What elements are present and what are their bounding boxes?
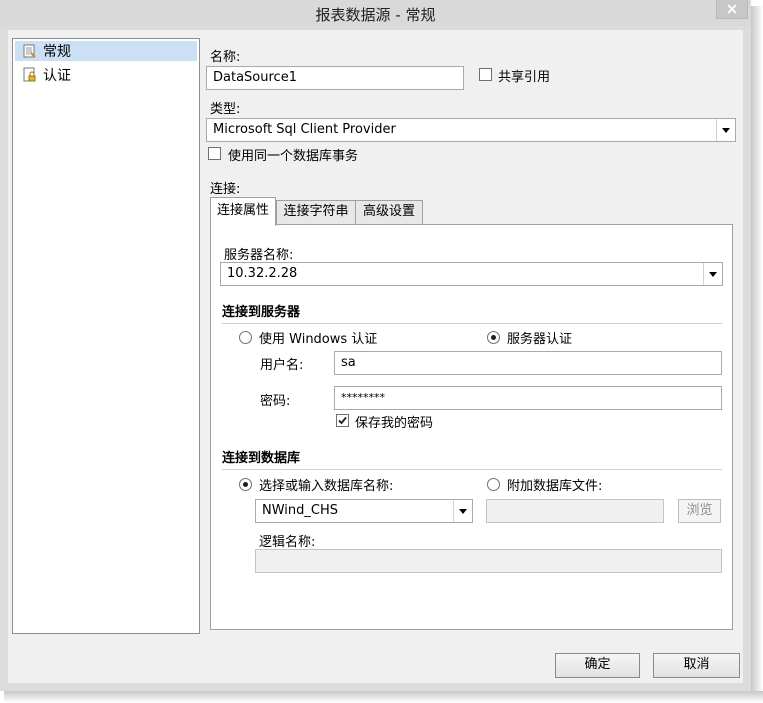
divider xyxy=(222,323,722,324)
database-select[interactable]: NWind_CHS xyxy=(255,499,473,523)
same-transaction-label: 使用同一个数据库事务 xyxy=(228,149,359,164)
name-input[interactable]: DataSource1 xyxy=(206,66,464,90)
sidebar-item-general[interactable]: 常规 xyxy=(15,41,197,61)
connection-label: 连接: xyxy=(210,182,241,197)
tab-connection-string[interactable]: 连接字符串 xyxy=(276,200,356,224)
windows-auth-radio[interactable] xyxy=(239,331,252,344)
password-label: 密码: xyxy=(260,394,291,409)
type-dropdown-button[interactable] xyxy=(716,119,735,141)
username-input[interactable]: sa xyxy=(334,351,722,375)
type-select[interactable]: Microsoft Sql Client Provider xyxy=(206,118,736,142)
shared-reference-checkbox[interactable] xyxy=(479,68,492,81)
window-title: 报表数据源 - 常规 xyxy=(315,6,436,24)
tab-connection-properties[interactable]: 连接属性 xyxy=(210,197,276,226)
page-icon xyxy=(23,44,36,58)
radio-selected-dot xyxy=(491,335,496,340)
sidebar-item-label: 常规 xyxy=(43,44,71,60)
sidebar-item-auth[interactable]: 认证 xyxy=(15,65,197,85)
divider xyxy=(222,469,722,470)
chevron-down-icon xyxy=(459,508,467,514)
dialog-window: 报表数据源 - 常规 常规 认证 名称: DataSource1 共享引用 类型… xyxy=(0,0,751,691)
connect-server-heading: 连接到服务器 xyxy=(222,305,301,320)
server-auth-radio[interactable] xyxy=(487,331,500,344)
server-name-value: 10.32.2.28 xyxy=(227,266,298,281)
tab-label: 连接属性 xyxy=(216,203,269,218)
password-input[interactable]: ******** xyxy=(334,386,722,410)
server-name-select[interactable]: 10.32.2.28 xyxy=(220,262,723,286)
logical-name-label: 逻辑名称: xyxy=(259,535,316,550)
title-bar[interactable]: 报表数据源 - 常规 xyxy=(0,0,751,26)
lock-icon xyxy=(23,67,36,82)
chevron-down-icon xyxy=(722,127,730,133)
chevron-down-icon xyxy=(709,271,717,277)
ok-button[interactable]: 确定 xyxy=(555,653,640,678)
database-dropdown-button[interactable] xyxy=(453,500,472,522)
close-icon xyxy=(727,4,737,14)
type-label: 类型: xyxy=(210,102,241,117)
checkmark-icon xyxy=(338,416,347,425)
attach-db-label: 附加数据库文件: xyxy=(507,479,603,494)
server-auth-label: 服务器认证 xyxy=(507,332,573,347)
name-label: 名称: xyxy=(210,50,241,65)
save-password-checkbox[interactable] xyxy=(336,414,349,427)
same-transaction-checkbox[interactable] xyxy=(208,147,221,160)
attach-file-input[interactable] xyxy=(486,499,664,523)
close-button[interactable] xyxy=(716,0,748,19)
shared-reference-label: 共享引用 xyxy=(498,70,551,85)
radio-selected-dot xyxy=(243,482,248,487)
select-db-radio[interactable] xyxy=(239,478,252,491)
server-dropdown-button[interactable] xyxy=(703,263,722,285)
logical-name-input[interactable] xyxy=(255,549,722,573)
attach-db-radio[interactable] xyxy=(487,478,500,491)
database-value: NWind_CHS xyxy=(262,503,339,518)
window-shadow-right xyxy=(751,6,763,703)
window-shadow-bottom xyxy=(4,691,763,703)
save-password-label: 保存我的密码 xyxy=(355,416,434,431)
type-select-value: Microsoft Sql Client Provider xyxy=(213,122,396,137)
tab-label: 连接字符串 xyxy=(283,204,349,219)
username-label: 用户名: xyxy=(260,358,304,373)
category-list[interactable]: 常规 认证 xyxy=(12,38,200,634)
connect-db-heading: 连接到数据库 xyxy=(222,451,301,466)
tab-label: 高级设置 xyxy=(362,204,415,219)
windows-auth-label: 使用 Windows 认证 xyxy=(259,332,378,347)
tab-advanced-settings[interactable]: 高级设置 xyxy=(355,200,423,224)
sidebar-item-label: 认证 xyxy=(43,68,71,84)
browse-button[interactable]: 浏览 xyxy=(678,499,721,523)
cancel-button[interactable]: 取消 xyxy=(653,653,740,678)
select-db-label: 选择或输入数据库名称: xyxy=(259,479,394,494)
server-name-label: 服务器名称: xyxy=(224,248,294,263)
